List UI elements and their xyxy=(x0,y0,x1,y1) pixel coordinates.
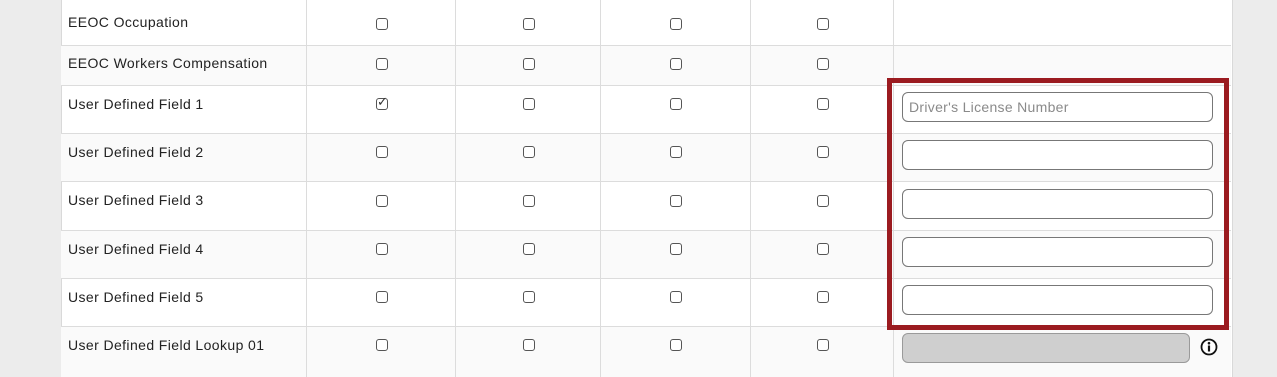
checkbox[interactable] xyxy=(670,146,682,158)
checkbox[interactable] xyxy=(523,243,535,255)
checkbox[interactable] xyxy=(523,58,535,70)
checkbox[interactable] xyxy=(817,18,829,30)
checkbox[interactable] xyxy=(523,291,535,303)
checkbox[interactable] xyxy=(376,195,388,207)
checkbox[interactable] xyxy=(523,339,535,351)
checkbox[interactable] xyxy=(817,339,829,351)
user-defined-field-5-input[interactable] xyxy=(902,285,1213,315)
checkbox[interactable] xyxy=(523,18,535,30)
user-defined-field-2-input[interactable] xyxy=(902,140,1213,170)
checkbox[interactable] xyxy=(817,291,829,303)
checkbox[interactable] xyxy=(376,146,388,158)
checkbox[interactable] xyxy=(670,339,682,351)
user-defined-field-4-input[interactable] xyxy=(902,237,1213,267)
checkbox[interactable] xyxy=(376,58,388,70)
row-label: User Defined Field 4 xyxy=(68,241,204,257)
row-label: User Defined Field Lookup 01 xyxy=(68,337,265,353)
checkbox[interactable] xyxy=(670,98,682,110)
checkbox[interactable] xyxy=(376,243,388,255)
checkbox[interactable] xyxy=(376,18,388,30)
row-label: User Defined Field 1 xyxy=(68,96,204,112)
checkbox[interactable] xyxy=(670,18,682,30)
row-label: User Defined Field 2 xyxy=(68,144,204,160)
checkbox-checked[interactable] xyxy=(376,95,388,110)
table-row: EEOC Occupation xyxy=(61,0,1231,46)
user-defined-field-3-input[interactable] xyxy=(902,189,1213,219)
checkbox[interactable] xyxy=(523,195,535,207)
checkbox[interactable] xyxy=(817,195,829,207)
user-defined-field-1-input[interactable] xyxy=(902,92,1213,122)
checkbox[interactable] xyxy=(670,291,682,303)
user-defined-field-lookup-01-input xyxy=(902,333,1190,363)
checkbox[interactable] xyxy=(817,146,829,158)
checkbox[interactable] xyxy=(670,58,682,70)
row-label: User Defined Field 3 xyxy=(68,192,204,208)
info-icon[interactable] xyxy=(1200,338,1218,356)
row-label: User Defined Field 5 xyxy=(68,289,204,305)
row-label: EEOC Workers Compensation xyxy=(68,55,268,71)
table-row: EEOC Workers Compensation xyxy=(61,46,1231,86)
row-label: EEOC Occupation xyxy=(68,14,189,30)
checkbox[interactable] xyxy=(523,146,535,158)
checkbox[interactable] xyxy=(523,98,535,110)
checkbox[interactable] xyxy=(817,58,829,70)
checkbox[interactable] xyxy=(817,243,829,255)
checkbox[interactable] xyxy=(376,291,388,303)
checkbox[interactable] xyxy=(670,243,682,255)
checkbox[interactable] xyxy=(670,195,682,207)
checkbox[interactable] xyxy=(817,98,829,110)
checkbox[interactable] xyxy=(376,339,388,351)
